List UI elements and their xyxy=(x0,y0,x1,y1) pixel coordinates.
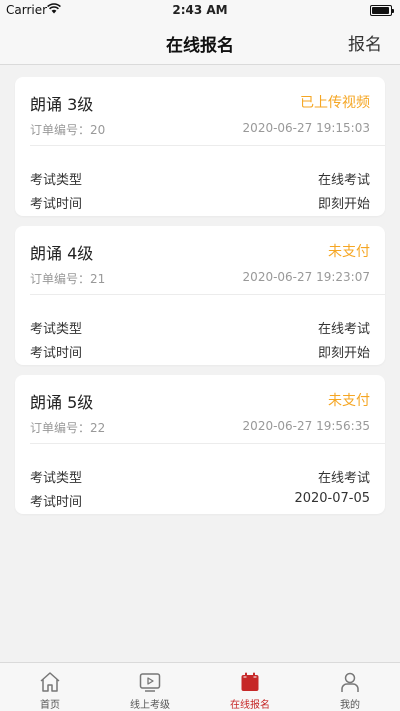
order-title: 朗诵 4级 xyxy=(30,244,94,263)
divider xyxy=(30,294,385,295)
exam-time-row: 考试时间 即刻开始 xyxy=(30,193,370,212)
order-status-badge: 未支付 xyxy=(328,244,370,260)
video-icon xyxy=(139,673,161,692)
order-number: 订单编号：20 xyxy=(30,123,106,137)
tab-home-label: 首页 xyxy=(40,700,60,711)
exam-type-label: 考试类型 xyxy=(30,471,83,486)
divider xyxy=(30,145,385,146)
order-status-badge: 已上传视频 xyxy=(300,95,370,111)
order-card[interactable]: 朗诵 5级 未支付 订单编号：22 2020-06-27 19:56:35 考试… xyxy=(15,375,385,514)
order-created-time: 2020-06-27 19:23:07 xyxy=(242,270,370,284)
order-list[interactable]: 朗诵 3级 已上传视频 订单编号：20 2020-06-27 19:15:03 … xyxy=(0,65,400,662)
tab-home[interactable]: 首页 xyxy=(0,663,100,711)
exam-type-value: 在线考试 xyxy=(317,471,370,486)
battery-icon xyxy=(370,5,394,16)
tab-online-registration[interactable]: 在线报名 xyxy=(200,663,300,711)
exam-time-row: 考试时间 即刻开始 xyxy=(30,342,370,361)
tab-profile[interactable]: 我的 xyxy=(300,663,400,711)
exam-time-label: 考试时间 xyxy=(30,495,83,510)
exam-type-row: 考试类型 在线考试 xyxy=(30,318,370,337)
order-card[interactable]: 朗诵 3级 已上传视频 订单编号：20 2020-06-27 19:15:03 … xyxy=(15,77,385,216)
exam-time-value: 即刻开始 xyxy=(317,346,370,361)
divider xyxy=(30,443,385,444)
order-title: 朗诵 5级 xyxy=(30,393,94,412)
tab-online-exam-label: 线上考级 xyxy=(130,700,170,711)
register-button[interactable]: 报名 xyxy=(348,30,382,55)
exam-type-row: 考试类型 在线考试 xyxy=(30,169,370,188)
tab-profile-label: 我的 xyxy=(340,700,360,711)
exam-time-label: 考试时间 xyxy=(30,197,83,212)
order-title: 朗诵 3级 xyxy=(30,95,94,114)
order-number: 订单编号：22 xyxy=(30,421,106,435)
profile-icon xyxy=(341,672,359,692)
exam-type-value: 在线考试 xyxy=(317,322,370,337)
order-status-badge: 未支付 xyxy=(328,393,370,409)
exam-time-value: 2020-07-05 xyxy=(294,491,370,506)
exam-type-row: 考试类型 在线考试 xyxy=(30,467,370,486)
order-card[interactable]: 朗诵 4级 未支付 订单编号：21 2020-06-27 19:23:07 考试… xyxy=(15,226,385,365)
exam-time-label: 考试时间 xyxy=(30,346,83,361)
page-title: 在线报名 xyxy=(166,36,234,56)
registration-icon xyxy=(241,672,259,691)
order-created-time: 2020-06-27 19:15:03 xyxy=(242,121,370,135)
exam-type-label: 考试类型 xyxy=(30,173,83,188)
status-bar: Carrier 2:43 AM xyxy=(0,0,400,20)
tab-bar: 首页 线上考级 在线报名 我的 xyxy=(0,662,400,711)
order-created-time: 2020-06-27 19:56:35 xyxy=(242,419,370,433)
tab-online-exam[interactable]: 线上考级 xyxy=(100,663,200,711)
clock: 2:43 AM xyxy=(172,3,228,17)
exam-time-row: 考试时间 2020-07-05 xyxy=(30,491,370,510)
nav-bar: 在线报名 报名 xyxy=(0,20,400,65)
tab-online-registration-label: 在线报名 xyxy=(230,700,270,711)
exam-time-value: 即刻开始 xyxy=(317,197,370,212)
order-number: 订单编号：21 xyxy=(30,272,106,286)
home-icon xyxy=(40,672,60,692)
exam-type-label: 考试类型 xyxy=(30,322,83,337)
exam-type-value: 在线考试 xyxy=(317,173,370,188)
